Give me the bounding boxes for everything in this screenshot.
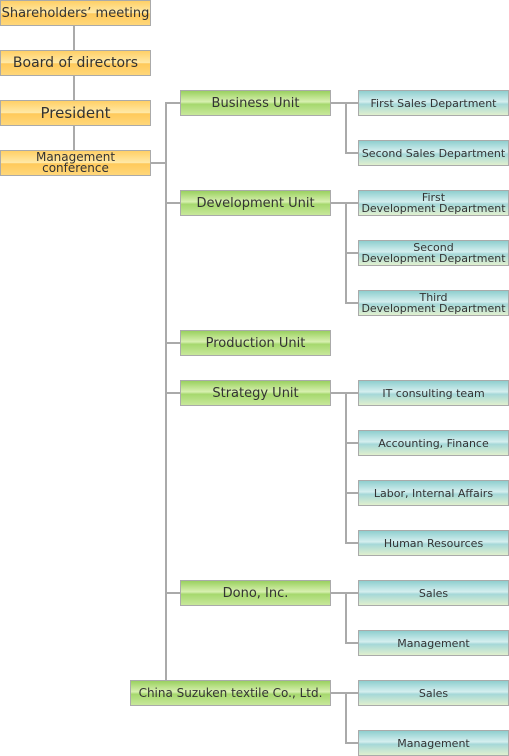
connector [345,692,347,744]
department-box: First Sales Department [358,90,509,116]
connector [331,102,346,104]
connector [331,202,346,204]
president-box: President [0,100,151,126]
department-box: Sales [358,680,509,706]
connector [345,392,358,394]
connector [345,592,347,644]
department-box: Management [358,730,509,756]
connector [166,392,180,394]
connector [345,642,358,644]
connector [151,162,166,164]
department-box: Accounting, Finance [358,430,509,456]
connector [331,692,346,694]
connector [345,252,358,254]
unit-box: Production Unit [180,330,331,356]
connector [345,492,358,494]
connector [73,76,75,100]
connector [166,202,180,204]
unit-box: Dono, Inc. [180,580,331,606]
connector [345,202,358,204]
department-label-line: Development Department [361,202,506,215]
unit-box: China Suzuken textile Co., Ltd. [130,680,331,706]
connector [345,302,358,304]
connector [166,102,180,104]
connector [331,392,346,394]
department-box: First Development Department [358,190,509,216]
connector [345,542,358,544]
department-box: Labor, Internal Affairs [358,480,509,506]
department-box: Second Development Department [358,240,509,266]
connector [345,442,358,444]
department-box: IT consulting team [358,380,509,406]
connector [345,392,347,544]
department-box: Second Sales Department [358,140,509,166]
department-box: Human Resources [358,530,509,556]
department-label-line: Development Department [361,252,506,265]
shareholders-meeting-box: Shareholders’ meeting [0,0,151,26]
connector [166,592,180,594]
connector [345,592,358,594]
connector [345,102,358,104]
connector [345,742,358,744]
connector [345,692,358,694]
department-box: Sales [358,580,509,606]
unit-box: Development Unit [180,190,331,216]
connector [345,152,358,154]
org-chart: Shareholders’ meeting Board of directors… [0,0,509,756]
unit-box: Business Unit [180,90,331,116]
connector [73,26,75,50]
management-conference-box: Management conference [0,150,151,176]
department-box: Third Development Department [358,290,509,316]
connector [166,342,180,344]
unit-box: Strategy Unit [180,380,331,406]
connector [73,126,75,150]
connector [345,102,347,154]
department-label-line: Development Department [361,302,506,315]
board-of-directors-box: Board of directors [0,50,151,76]
department-box: Management [358,630,509,656]
connector [331,592,346,594]
